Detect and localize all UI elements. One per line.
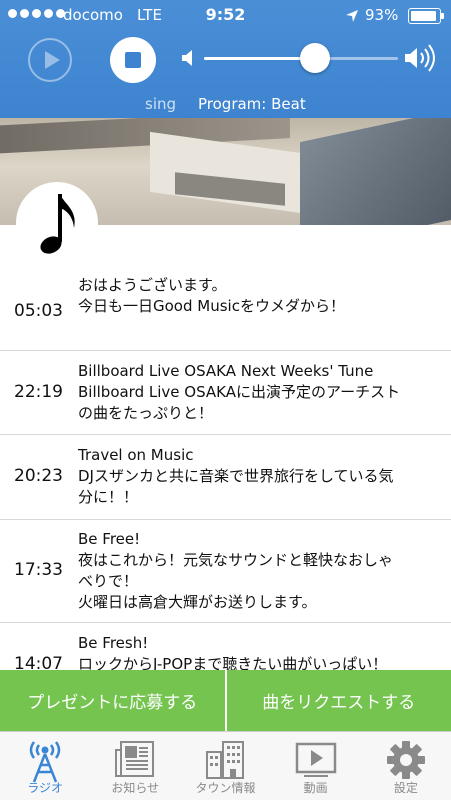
stop-icon	[125, 52, 141, 68]
radio-tower-icon	[29, 741, 61, 783]
tab-settings[interactable]: 設定	[361, 732, 451, 800]
battery-icon	[408, 8, 444, 24]
schedule-description: おはようございます。 今日も一日Good Musicをウメダから！	[78, 275, 443, 317]
volume-high-icon	[405, 44, 435, 72]
tab-label: ラジオ	[27, 781, 63, 795]
schedule-line: Travel on Music	[78, 446, 194, 464]
schedule-description: Be Free! 夜はこれから！元気なサウンドと軽快なおしゃ べりで！ 火曜日は…	[78, 529, 443, 613]
schedule-time: 17:33	[14, 560, 63, 580]
buildings-icon	[206, 741, 245, 779]
tab-news[interactable]: お知らせ	[90, 732, 180, 800]
schedule-line: Billboard Live OSAKA Next Weeks' Tune	[78, 362, 374, 380]
schedule-line: 分に！！	[78, 488, 139, 506]
schedule-description: Be Fresh! ロックからJ-POPまで聴きたい曲がいっぱい！	[78, 633, 443, 670]
schedule-row[interactable]: 17:33 Be Free! 夜はこれから！元気なサウンドと軽快なおしゃ べりで…	[0, 520, 451, 623]
volume-slider-thumb[interactable]	[299, 43, 330, 73]
newspaper-icon	[115, 741, 155, 777]
schedule-time: 20:23	[14, 466, 63, 486]
schedule-time: 22:19	[14, 382, 63, 402]
tab-town-info[interactable]: タウン情報	[180, 732, 270, 800]
schedule-line: Billboard Live OSAKAに出演予定のアーチスト	[78, 383, 401, 401]
gear-icon	[386, 741, 425, 779]
schedule-line: ロックからJ-POPまで聴きたい曲がいっぱい！	[78, 655, 388, 670]
status-bar: docomo LTE 9:52 93%	[0, 0, 451, 32]
schedule-line: の曲をたっぷりと！	[78, 404, 214, 422]
tab-label: タウン情報	[195, 781, 256, 795]
player-header: docomo LTE 9:52 93% sing Program: Beat	[0, 0, 451, 118]
schedule-description: Billboard Live OSAKA Next Weeks' Tune Bi…	[78, 361, 443, 424]
marquee-previous-text: sing	[145, 95, 177, 113]
schedule-row[interactable]: 05:03 おはようございます。 今日も一日Good Musicをウメダから！	[0, 225, 451, 351]
tab-label: 動画	[303, 781, 328, 795]
song-request-button[interactable]: 曲をリクエストする	[227, 670, 451, 731]
schedule-row[interactable]: 14:07 Be Fresh! ロックからJ-POPまで聴きたい曲がいっぱい！	[0, 623, 451, 670]
tab-bar: ラジオ お知らせ タウン情報 動画 設定	[0, 731, 451, 800]
schedule-row[interactable]: 22:19 Billboard Live OSAKA Next Weeks' T…	[0, 351, 451, 435]
schedule-line: べりで！	[78, 572, 139, 590]
volume-fill	[204, 57, 315, 60]
volume-slider[interactable]	[204, 43, 398, 73]
schedule-line: 夜はこれから！元気なサウンドと軽快なおしゃ	[78, 551, 394, 569]
stop-button[interactable]	[110, 37, 156, 83]
tab-label: お知らせ	[111, 781, 160, 795]
schedule-description: Travel on Music DJスザンカと共に音楽で世界旅行をしている気 分…	[78, 445, 443, 508]
schedule-time: 05:03	[14, 301, 63, 321]
schedule-line: 火曜日は高倉大輝がお送りします。	[78, 593, 317, 611]
location-arrow-icon	[346, 10, 358, 22]
now-playing-marquee: sing Program: Beat	[0, 95, 451, 115]
tab-radio[interactable]: ラジオ	[0, 732, 90, 800]
schedule-line: おはようございます。	[78, 276, 227, 294]
schedule-line: Be Free!	[78, 530, 141, 548]
action-bar: プレゼントに応募する 曲をリクエストする	[0, 670, 451, 731]
tab-label: 設定	[393, 781, 418, 795]
schedule-row[interactable]: 20:23 Travel on Music DJスザンカと共に音楽で世界旅行をし…	[0, 435, 451, 520]
play-icon	[45, 51, 60, 69]
battery-level-fill	[411, 11, 436, 21]
tab-video[interactable]: 動画	[271, 732, 361, 800]
present-apply-button[interactable]: プレゼントに応募する	[0, 670, 225, 731]
schedule-line: 今日も一日Good Musicをウメダから！	[78, 297, 345, 315]
schedule-time: 14:07	[14, 654, 63, 670]
battery-percent: 93%	[365, 6, 399, 24]
schedule-line: DJスザンカと共に音楽で世界旅行をしている気	[78, 467, 394, 485]
video-play-icon	[295, 742, 336, 777]
schedule-line: Be Fresh!	[78, 634, 149, 652]
play-button[interactable]	[28, 38, 72, 82]
program-schedule-list[interactable]: 05:03 おはようございます。 今日も一日Good Musicをウメダから！ …	[0, 225, 451, 670]
volume-low-icon	[182, 50, 192, 66]
program-title: Program: Beat	[198, 95, 306, 113]
